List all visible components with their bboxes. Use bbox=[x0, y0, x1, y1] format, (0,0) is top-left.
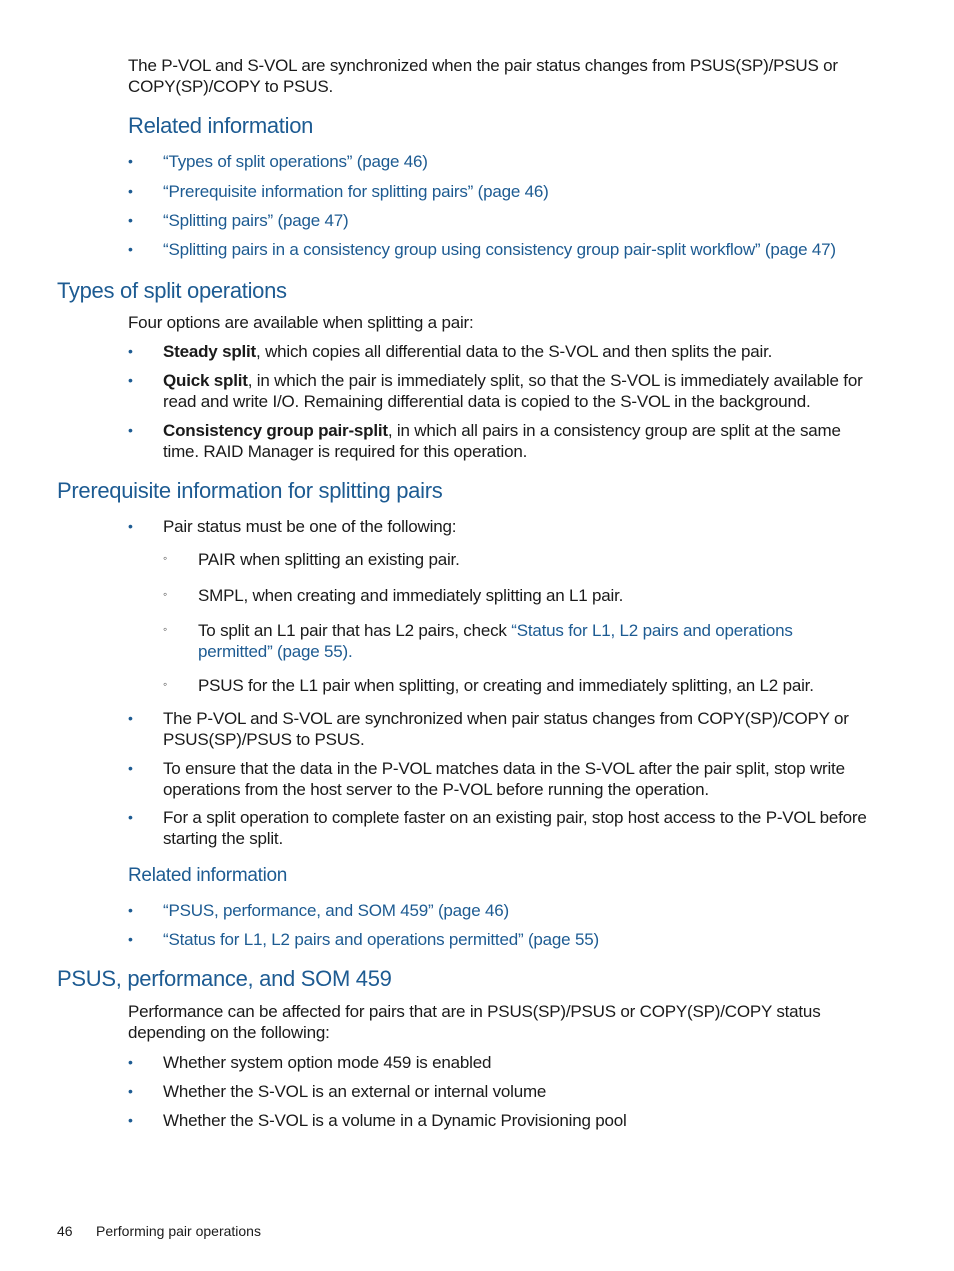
description: , which copies all differential data to … bbox=[256, 342, 773, 361]
prereq-text: Pair status must be one of the following… bbox=[163, 517, 457, 536]
bullet-icon: • bbox=[128, 518, 133, 534]
circle-bullet-icon: ◦ bbox=[163, 587, 168, 601]
link-psus-performance[interactable]: “PSUS, performance, and SOM 459” (page 4… bbox=[163, 900, 868, 921]
subitem-text: PSUS for the L1 pair when splitting, or … bbox=[198, 676, 814, 695]
section-heading-types: Types of split operations bbox=[57, 278, 287, 303]
section-heading-psus: PSUS, performance, and SOM 459 bbox=[57, 966, 392, 991]
related-info-heading: Related information bbox=[128, 865, 288, 886]
term-consistency-group-pair-split: Consistency group pair-split bbox=[163, 421, 388, 440]
prereq-text: To ensure that the data in the P-VOL mat… bbox=[163, 759, 845, 799]
types-intro: Four options are available when splittin… bbox=[128, 313, 474, 332]
bullet-icon: • bbox=[128, 931, 133, 947]
link-prerequisite-information[interactable]: “Prerequisite information for splitting … bbox=[163, 181, 868, 202]
bullet-icon: • bbox=[128, 1112, 133, 1128]
document-page: The P-VOL and S-VOL are synchronized whe… bbox=[0, 0, 954, 1271]
bullet-icon: • bbox=[128, 212, 133, 228]
link-types-of-split-operations[interactable]: “Types of split operations” (page 46) bbox=[163, 151, 868, 172]
intro-paragraph: The P-VOL and S-VOL are synchronized whe… bbox=[128, 56, 838, 96]
bullet-icon: • bbox=[128, 1083, 133, 1099]
bullet-icon: • bbox=[128, 1054, 133, 1070]
section-heading-prerequisite: Prerequisite information for splitting p… bbox=[57, 478, 443, 503]
psus-intro: Performance can be affected for pairs th… bbox=[128, 1002, 821, 1042]
term-quick-split: Quick split bbox=[163, 371, 248, 390]
subitem-text: SMPL, when creating and immediately spli… bbox=[198, 586, 624, 605]
circle-bullet-icon: ◦ bbox=[163, 622, 168, 636]
link-splitting-pairs[interactable]: “Splitting pairs” (page 47) bbox=[163, 210, 868, 231]
bullet-icon: • bbox=[128, 372, 133, 388]
circle-bullet-icon: ◦ bbox=[163, 677, 168, 691]
bullet-icon: • bbox=[128, 809, 133, 825]
bullet-icon: • bbox=[128, 241, 133, 257]
bullet-icon: • bbox=[128, 902, 133, 918]
chapter-title: Performing pair operations bbox=[96, 1223, 261, 1239]
related-info-heading: Related information bbox=[128, 113, 314, 138]
page-number: 46 bbox=[57, 1223, 73, 1239]
bullet-icon: • bbox=[128, 710, 133, 726]
bullet-icon: • bbox=[128, 153, 133, 169]
description: , in which the pair is immediately split… bbox=[163, 371, 863, 411]
subitem-text: PAIR when splitting an existing pair. bbox=[198, 550, 460, 569]
bullet-icon: • bbox=[128, 422, 133, 438]
psus-item-text: Whether the S-VOL is a volume in a Dynam… bbox=[163, 1111, 627, 1130]
prereq-text: For a split operation to complete faster… bbox=[163, 808, 867, 848]
bullet-icon: • bbox=[128, 183, 133, 199]
link-consistency-group-split[interactable]: “Splitting pairs in a consistency group … bbox=[163, 239, 868, 260]
psus-item-text: Whether system option mode 459 is enable… bbox=[163, 1053, 492, 1072]
bullet-icon: • bbox=[128, 343, 133, 359]
circle-bullet-icon: ◦ bbox=[163, 551, 168, 565]
term-steady-split: Steady split bbox=[163, 342, 257, 361]
link-status-l1-l2[interactable]: “Status for L1, L2 pairs and operations … bbox=[163, 929, 868, 950]
prereq-text: The P-VOL and S-VOL are synchronized whe… bbox=[163, 709, 849, 749]
subitem-text: To split an L1 pair that has L2 pairs, c… bbox=[198, 621, 512, 640]
psus-item-text: Whether the S-VOL is an external or inte… bbox=[163, 1082, 547, 1101]
bullet-icon: • bbox=[128, 760, 133, 776]
